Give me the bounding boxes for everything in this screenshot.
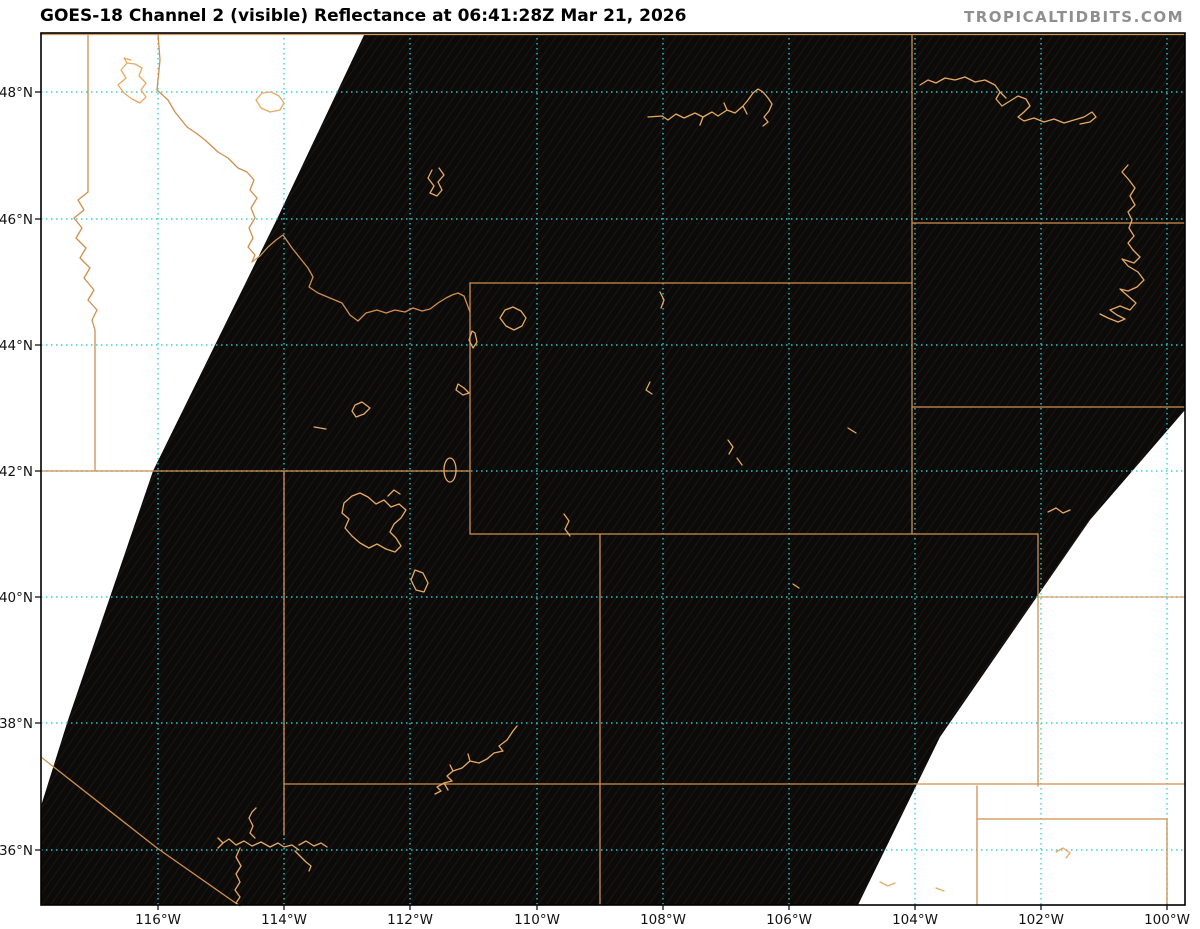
lat-label: 42°N xyxy=(0,464,33,480)
page-title: GOES-18 Channel 2 (visible) Reflectance … xyxy=(40,6,687,26)
lat-label: 44°N xyxy=(0,338,33,354)
satellite-swath xyxy=(41,33,1185,905)
lat-label: 38°N xyxy=(0,716,33,732)
lon-label: 114°W xyxy=(261,912,307,928)
lat-label: 40°N xyxy=(0,590,33,606)
lon-label: 104°W xyxy=(892,912,938,928)
lat-label: 48°N xyxy=(0,85,33,101)
lon-label: 102°W xyxy=(1018,912,1064,928)
lon-label: 106°W xyxy=(766,912,812,928)
longitude-labels: 116°W 114°W 112°W 110°W 108°W 106°W 104°… xyxy=(135,912,1190,928)
satellite-map: 116°W 114°W 112°W 110°W 108°W 106°W 104°… xyxy=(0,32,1190,928)
lat-label: 46°N xyxy=(0,212,33,228)
watermark-text: TROPICALTIDBITS.COM xyxy=(964,8,1184,26)
satellite-image-page: GOES-18 Channel 2 (visible) Reflectance … xyxy=(0,0,1200,929)
lon-label: 108°W xyxy=(640,912,686,928)
lon-label: 110°W xyxy=(514,912,560,928)
lat-label: 36°N xyxy=(0,843,33,859)
lon-label: 100°W xyxy=(1144,912,1190,928)
lon-label: 116°W xyxy=(135,912,181,928)
latitude-labels: 48°N 46°N 44°N 42°N 40°N 38°N 36°N xyxy=(0,85,33,859)
lon-label: 112°W xyxy=(387,912,433,928)
